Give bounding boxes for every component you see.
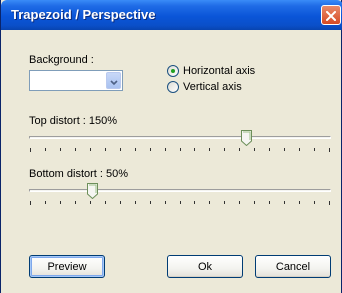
dialog-content: Background : Horizontal axis Vertical ax… — [1, 30, 341, 293]
background-label: Background : — [29, 54, 94, 66]
slider-tick — [194, 201, 195, 204]
slider-tick — [239, 148, 240, 151]
bottom-distort-slider[interactable] — [29, 183, 331, 205]
slider-track — [29, 189, 331, 192]
slider-tick — [105, 201, 106, 204]
slider-track — [29, 136, 331, 139]
slider-tick — [45, 201, 46, 204]
slider-tick — [60, 148, 61, 151]
slider-tick — [30, 201, 31, 205]
slider-tick — [30, 148, 31, 152]
slider-tick — [165, 148, 166, 151]
slider-tick — [150, 148, 151, 151]
slider-ticks — [29, 201, 331, 205]
close-button[interactable] — [321, 5, 341, 25]
slider-tick — [269, 201, 270, 204]
slider-tick — [299, 148, 300, 151]
slider-tick — [105, 148, 106, 151]
top-distort-label: Top distort : 150% — [29, 115, 118, 127]
slider-tick — [60, 201, 61, 204]
slider-tick — [120, 201, 121, 204]
radio-horizontal-axis-label: Horizontal axis — [183, 65, 256, 77]
slider-tick — [165, 201, 166, 204]
slider-tick — [299, 201, 300, 204]
slider-tick — [135, 148, 136, 151]
close-icon — [325, 6, 337, 25]
bottom-distort-label: Bottom distort : 50% — [29, 168, 129, 180]
slider-tick — [75, 148, 76, 151]
title-bar[interactable]: Trapezoid / Perspective — [1, 0, 342, 30]
slider-tick — [45, 148, 46, 151]
background-color-dropdown[interactable] — [29, 70, 123, 91]
slider-tick — [120, 148, 121, 151]
slider-tick — [239, 201, 240, 204]
slider-tick — [329, 148, 330, 152]
slider-tick — [180, 201, 181, 204]
slider-tick — [180, 148, 181, 151]
slider-tick — [224, 201, 225, 204]
slider-tick — [284, 148, 285, 151]
slider-tick — [75, 201, 76, 204]
slider-tick — [254, 148, 255, 151]
slider-tick — [209, 201, 210, 204]
slider-tick — [135, 201, 136, 204]
slider-tick — [224, 148, 225, 151]
slider-tick — [90, 148, 91, 151]
dialog-window: Trapezoid / Perspective Background : Hor… — [0, 0, 342, 293]
slider-tick — [284, 201, 285, 204]
chevron-down-icon — [109, 71, 118, 90]
top-distort-slider[interactable] — [29, 130, 331, 152]
window-title: Trapezoid / Perspective — [11, 7, 156, 22]
dropdown-button[interactable] — [106, 72, 121, 89]
ok-button[interactable]: Ok — [167, 255, 243, 278]
slider-tick — [314, 201, 315, 204]
radio-vertical-axis-label: Vertical axis — [183, 81, 242, 93]
slider-tick — [150, 201, 151, 204]
preview-button[interactable]: Preview — [29, 255, 105, 278]
radio-horizontal-axis[interactable]: Horizontal axis — [167, 65, 255, 77]
slider-tick — [90, 201, 91, 204]
radio-button-unchecked[interactable] — [167, 81, 179, 93]
radio-vertical-axis[interactable]: Vertical axis — [167, 81, 242, 93]
slider-tick — [329, 201, 330, 205]
cancel-button[interactable]: Cancel — [255, 255, 331, 278]
radio-button-checked[interactable] — [167, 65, 179, 77]
slider-tick — [314, 148, 315, 151]
slider-tick — [269, 148, 270, 151]
slider-tick — [254, 201, 255, 204]
slider-tick — [194, 148, 195, 151]
slider-tick — [209, 148, 210, 151]
slider-thumb[interactable] — [241, 130, 252, 147]
slider-ticks — [29, 148, 331, 152]
slider-thumb[interactable] — [87, 183, 98, 200]
